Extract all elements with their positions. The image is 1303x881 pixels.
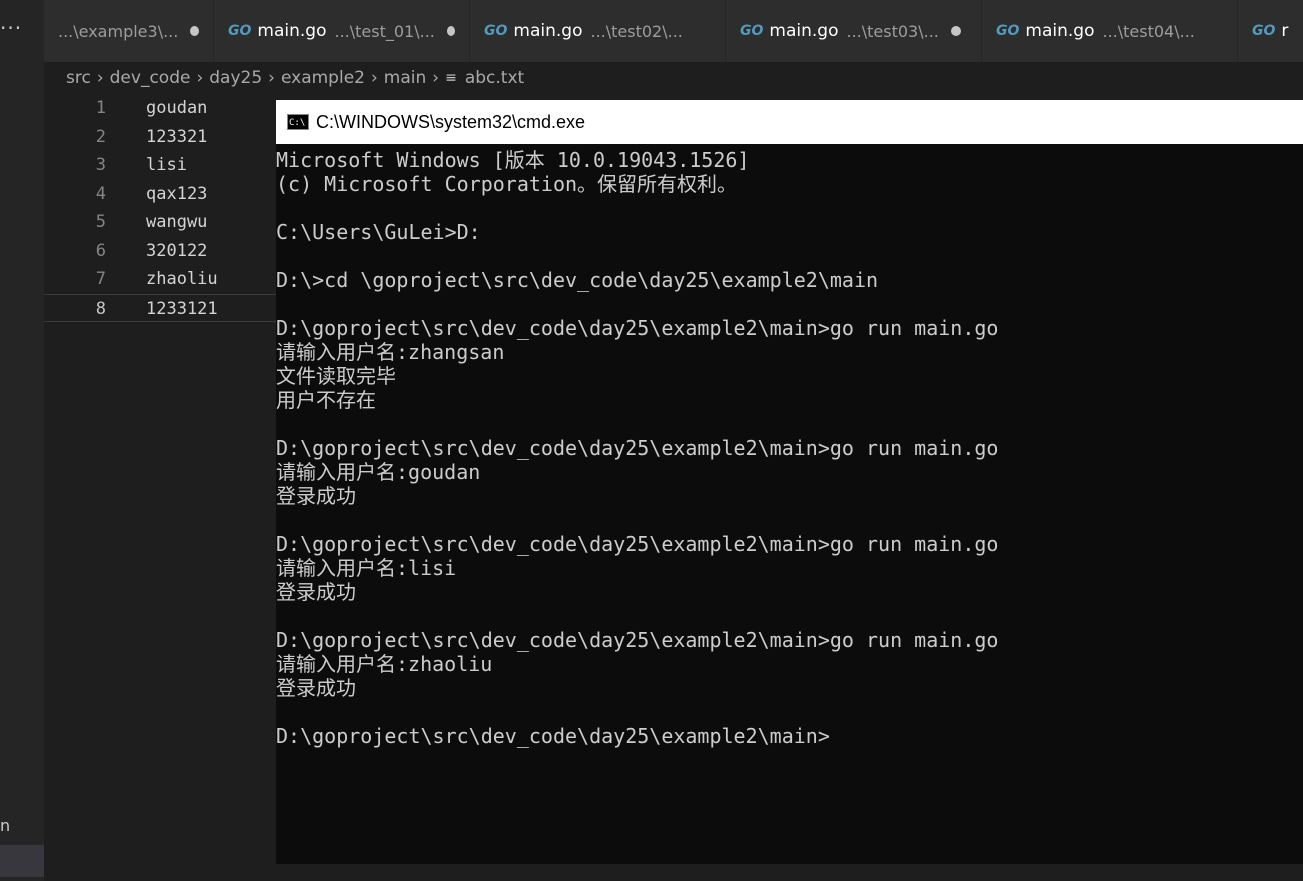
tab-filename: r (1281, 21, 1289, 41)
cmd-output[interactable]: Microsoft Windows [版本 10.0.19043.1526] (c… (276, 144, 1303, 748)
go-icon: GO (740, 23, 764, 39)
line-number: 1 (95, 98, 106, 118)
line-text: 1233121 (146, 298, 218, 319)
line-number: 3 (95, 155, 106, 175)
cmd-title: C:\WINDOWS\system32\cmd.exe (316, 111, 586, 132)
line-number: 7 (95, 269, 106, 289)
cmd-output-line: D:\goproject\src\dev_code\day25\example2… (276, 628, 999, 652)
cmd-output-line: 文件读取完毕 (276, 364, 396, 388)
line-text: goudan (146, 98, 208, 118)
cmd-output-line: D:\goproject\src\dev_code\day25\example2… (276, 724, 830, 748)
tab-r-5[interactable]: GO r (1238, 0, 1303, 62)
cmd-titlebar[interactable]: C:\ C:\WINDOWS\system32\cmd.exe (276, 100, 1303, 144)
tab-path: ...\test04\... (1102, 21, 1195, 41)
editor-line[interactable]: 1 goudan (44, 94, 276, 122)
cmd-output-line: C:\Users\GuLei>D: (276, 220, 481, 244)
cmd-bottom-edge (276, 864, 1303, 881)
tab-path: ...\test03\... (846, 21, 939, 41)
tab-filename: main.go (769, 21, 839, 41)
line-text: qax123 (146, 183, 208, 204)
tab-main-go-2[interactable]: GO main.go ...\test02\... (470, 0, 726, 62)
go-icon: GO (228, 23, 252, 39)
line-text: 123321 (146, 126, 208, 147)
line-text: lisi (146, 155, 187, 175)
line-number: 5 (95, 212, 106, 232)
tab-partial-0[interactable]: ...\example3\... (44, 0, 214, 62)
line-text: zhaoliu (146, 269, 218, 289)
sidebar-partial-label: n (0, 816, 11, 835)
cmd-output-line (276, 292, 1303, 316)
editor-line[interactable]: 6 320122 (44, 237, 276, 265)
chevron-right-icon: › (268, 68, 275, 88)
tab-main-go-3[interactable]: GO main.go ...\test03\... (726, 0, 982, 62)
cmd-output-line: D:\goproject\src\dev_code\day25\example2… (276, 316, 999, 340)
breadcrumb-item-main[interactable]: main (384, 68, 426, 88)
unsaved-dot-icon[interactable] (950, 26, 961, 36)
editor-line[interactable]: 8 1233121 (44, 293, 276, 322)
editor-line[interactable]: 4 qax123 (44, 180, 276, 208)
cmd-icon: C:\ (287, 114, 309, 130)
cmd-output-line: D:\goproject\src\dev_code\day25\example2… (276, 436, 999, 460)
breadcrumb: src › dev_code › day25 › example2 › main › ≡ abc.tx… (44, 62, 1303, 94)
go-icon: GO (996, 23, 1020, 39)
cmd-output-line: 登录成功 (276, 580, 356, 604)
tab-path: ...\test02\... (590, 21, 683, 41)
chevron-right-icon: › (432, 68, 440, 88)
tab-path: ...\example3\... (58, 21, 179, 41)
breadcrumb-file[interactable]: abc.txt (465, 68, 524, 88)
tab-filename: main.go (513, 21, 583, 41)
side-panel: ··· n (0, 0, 44, 881)
line-number: 4 (95, 183, 106, 204)
cmd-output-line (276, 412, 1303, 436)
editor-line[interactable]: 7 zhaoliu (44, 265, 276, 293)
cmd-output-line: D:\goproject\src\dev_code\day25\example2… (276, 532, 999, 556)
cmd-output-line: 请输入用户名:goudan (276, 460, 481, 484)
unsaved-dot-icon[interactable] (190, 26, 199, 36)
unsaved-dot-icon[interactable] (446, 26, 455, 36)
tab-main-go-4[interactable]: GO main.go ...\test04\... (982, 0, 1238, 62)
cmd-output-line (276, 196, 1303, 220)
chevron-right-icon: › (96, 68, 104, 88)
cmd-output-line: (c) Microsoft Corporation。保留所有权利。 (276, 172, 738, 196)
sidebar-selected-row[interactable] (0, 845, 44, 877)
tab-filename: main.go (257, 21, 327, 41)
cmd-output-line (276, 604, 1303, 628)
cmd-output-line (276, 508, 1303, 532)
cmd-output-line (276, 700, 1303, 724)
line-text: wangwu (146, 212, 208, 232)
editor-line[interactable]: 2 123321 (44, 123, 276, 151)
go-icon: GO (484, 23, 508, 39)
editor-line[interactable]: 3 lisi (44, 151, 276, 179)
text-editor[interactable]: 1 goudan 2 123321 3 lisi 4 qax123 5 wangwu 6 320122… (44, 94, 276, 881)
chevron-right-icon: › (196, 68, 204, 88)
cmd-output-line: 登录成功 (276, 676, 356, 700)
chevron-right-icon: › (370, 68, 378, 88)
cmd-output-line: 请输入用户名:lisi (276, 556, 457, 580)
editor-tab-bar: ...\example3\... GO main.go ...\test_01\...… (44, 0, 1303, 62)
breadcrumb-item-dev_code[interactable]: dev_code (110, 68, 191, 88)
line-number: 2 (95, 126, 106, 147)
cmd-output-line: 用户不存在 (276, 388, 376, 412)
line-number: 6 (95, 240, 106, 261)
breadcrumb-item-day25[interactable]: day25 (209, 68, 262, 88)
cmd-output-line: Microsoft Windows [版本 10.0.19043.1526] (276, 148, 750, 172)
cmd-output-line: 请输入用户名:zhaoliu (276, 652, 493, 676)
line-text: 320122 (146, 240, 208, 261)
tab-filename: main.go (1025, 21, 1095, 41)
breadcrumb-item-src[interactable]: src (66, 68, 91, 88)
cmd-output-line (276, 244, 1303, 268)
tab-main-go-1[interactable]: GO main.go ...\test_01\... (214, 0, 470, 62)
cmd-output-line: D:\>cd \goproject\src\dev_code\day25\exa… (276, 268, 879, 292)
cmd-window[interactable]: C:\ C:\WINDOWS\system32\cmd.exe Microsof… (276, 100, 1303, 864)
more-actions-icon[interactable]: ··· (0, 18, 30, 38)
breadcrumb-item-example2[interactable]: example2 (281, 68, 365, 88)
cmd-output-line: 登录成功 (276, 484, 356, 508)
tab-path: ...\test_01\... (334, 21, 435, 41)
cmd-output-line: 请输入用户名:zhangsan (276, 340, 505, 364)
line-number: 8 (95, 298, 106, 319)
text-file-icon: ≡ (445, 70, 457, 86)
go-icon: GO (1252, 23, 1276, 39)
editor-line[interactable]: 5 wangwu (44, 208, 276, 236)
